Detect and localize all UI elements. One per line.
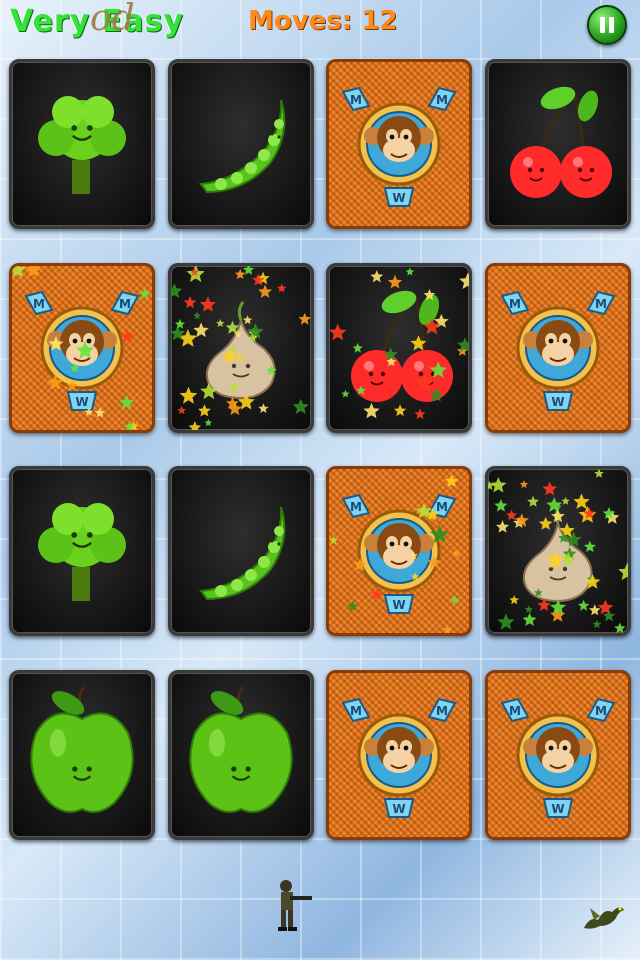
svg-text:M: M [350,500,362,514]
monkey-card-back-icon: M M W [329,474,461,633]
card-pea-pod[interactable] [168,466,314,636]
card-broccoli[interactable] [9,466,155,636]
svg-text:W: W [551,395,564,409]
pause-icon [600,17,605,33]
broccoli-icon [38,503,126,601]
onion-icon [488,469,628,633]
scribble-overlay: od [90,0,135,39]
svg-text:W: W [551,802,564,816]
svg-text:M: M [509,704,521,718]
soldier-sprite [278,880,312,931]
svg-text:M: M [436,500,448,514]
monkey-card-back-icon: M M W [341,86,457,207]
svg-text:W: W [392,598,405,612]
svg-text:M: M [33,297,45,311]
card-green-apple[interactable] [168,670,314,840]
card-onion[interactable] [485,466,631,636]
cherries-icon [329,267,469,419]
card-cherries[interactable] [326,263,472,433]
svg-text:W: W [75,395,88,409]
moves-value: 12 [361,6,398,36]
broccoli-icon [38,96,126,194]
card-facedown[interactable]: M M W [485,670,631,840]
moves-label: Moves: [248,6,353,36]
onion-icon [171,266,311,430]
card-facedown[interactable]: M M W [485,263,631,433]
green-apple-icon [189,686,293,813]
svg-text:M: M [350,93,362,107]
green-apple-icon [30,686,134,813]
card-onion[interactable] [168,263,314,433]
svg-text:M: M [119,297,131,311]
card-facedown[interactable]: M M W [326,466,472,636]
svg-text:M: M [350,704,362,718]
svg-text:M: M [436,704,448,718]
svg-text:M: M [436,93,448,107]
pea-pod-icon [199,99,286,194]
game-hud: Very Easy od Moves: 12 [0,0,640,52]
svg-text:W: W [392,191,405,205]
moves-counter: Moves: 12 [248,6,397,36]
monkey-card-back-icon: M M W [500,290,616,411]
monkey-card-back-icon: M M W [341,697,457,818]
card-pea-pod[interactable] [168,59,314,229]
card-facedown[interactable]: M M W [9,263,155,433]
card-cherries[interactable] [485,59,631,229]
card-broccoli[interactable] [9,59,155,229]
card-green-apple[interactable] [9,670,155,840]
card-facedown[interactable]: M M W [326,59,472,229]
svg-text:M: M [509,297,521,311]
svg-text:M: M [595,297,607,311]
monkey-card-back-icon: M M W [500,697,616,818]
svg-text:M: M [595,704,607,718]
cherries-icon [510,86,612,198]
svg-text:W: W [392,802,405,816]
card-facedown[interactable]: M M W [326,670,472,840]
monkey-card-back-icon: M M W [12,266,151,430]
pea-pod-icon [199,506,286,601]
dragon-sprite [584,907,624,929]
pause-button[interactable] [587,5,627,45]
